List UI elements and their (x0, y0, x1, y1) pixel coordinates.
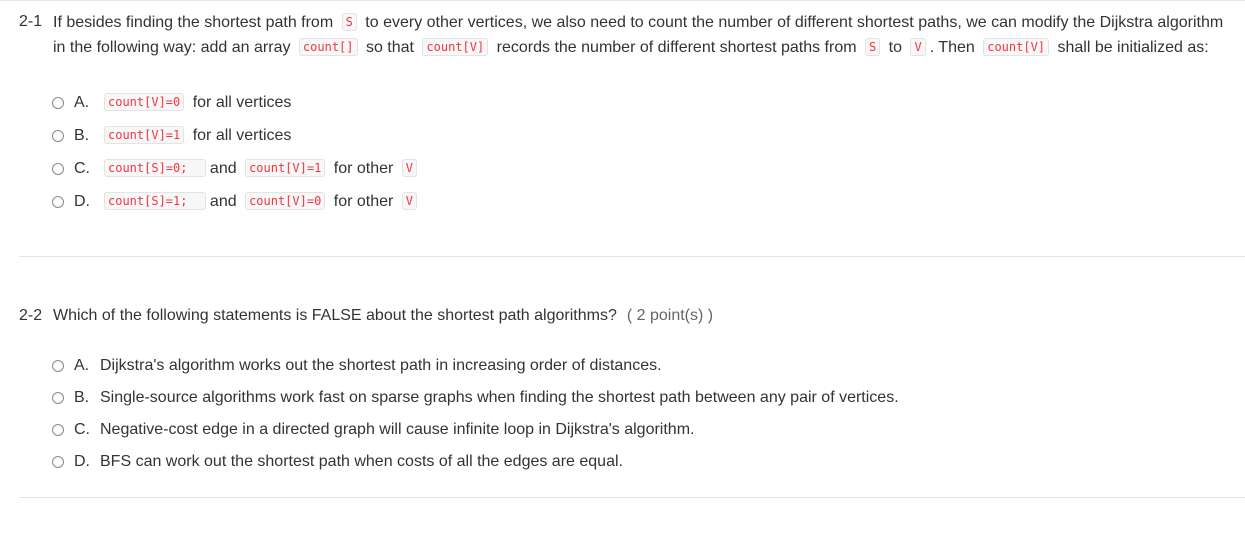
inline-code: S (865, 38, 881, 56)
question-text: Which of the following statements is FAL… (53, 304, 1234, 328)
text-fragment: for other (329, 192, 398, 210)
option-letter: A. (74, 93, 90, 111)
question-divider (19, 256, 1245, 257)
text-fragment: to (884, 39, 907, 56)
question-2-1: 2-1 If besides finding the shortest path… (19, 10, 1234, 218)
radio-unchecked-icon[interactable] (52, 456, 64, 468)
text-fragment: Negative-cost edge in a directed graph w… (100, 421, 695, 438)
options-list: A. count[V]=0 for all vertices B. count[V]=… (52, 86, 1234, 218)
option-letter: B. (74, 126, 90, 144)
option-text: Single-source algorithms work fast on sp… (100, 389, 899, 407)
text-fragment: for all vertices (188, 126, 292, 144)
inline-code: count[V]=0 (245, 191, 326, 210)
text-fragment: If besides finding the shortest path fro… (53, 14, 338, 31)
inline-code: V (401, 158, 418, 177)
inline-code: V (401, 191, 418, 210)
inline-code: count[V]=1 (245, 158, 326, 177)
option-letter: D. (74, 453, 90, 470)
option-text: count[V]=1 for all vertices (100, 125, 292, 145)
radio-unchecked-icon[interactable] (52, 96, 64, 109)
text-fragment: records the number of different shortest… (492, 39, 861, 56)
option-text: count[S]=1; and count[V]=0 for other V (100, 191, 421, 211)
inline-code: count[V]=1 (104, 125, 185, 144)
text-fragment: Single-source algorithms work fast on sp… (100, 389, 899, 406)
question-header: 2-2 Which of the following statements is… (19, 304, 1234, 328)
option-text: count[V]=0 for all vertices (100, 92, 292, 112)
text-fragment: so that (361, 39, 419, 56)
option-text: Dijkstra's algorithm works out the short… (100, 357, 662, 375)
inline-code: count[V] (983, 38, 1050, 56)
option-letter: A. (74, 357, 90, 374)
option-text: count[S]=0; and count[V]=1 for other V (100, 158, 421, 178)
question-2-2: 2-2 Which of the following statements is… (19, 304, 1234, 478)
answer-option-d[interactable]: D. BFS can work out the shortest path whe… (52, 446, 1234, 478)
option-letter: C. (74, 421, 90, 438)
inline-code: S (341, 13, 357, 31)
option-letter: D. (74, 192, 90, 210)
text-fragment: . Then (929, 39, 980, 56)
question-text: If besides finding the shortest path fro… (53, 10, 1234, 60)
radio-unchecked-icon[interactable] (52, 424, 64, 436)
text-fragment: and (209, 159, 242, 177)
text-fragment: for all vertices (188, 93, 292, 111)
question-header: 2-1 If besides finding the shortest path… (19, 10, 1234, 60)
text-fragment: and (209, 192, 242, 210)
text-fragment: shall be initialized as: (1053, 39, 1209, 56)
answer-option-d[interactable]: D. count[S]=1; and count[V]=0 for other V (52, 185, 1234, 218)
radio-unchecked-icon[interactable] (52, 392, 64, 404)
radio-unchecked-icon[interactable] (52, 195, 64, 208)
question-number: 2-1 (19, 13, 43, 30)
question-number: 2-2 (19, 307, 43, 324)
radio-unchecked-icon[interactable] (52, 360, 64, 372)
radio-unchecked-icon[interactable] (52, 129, 64, 142)
inline-code: count[S]=0; (104, 158, 206, 177)
answer-option-a[interactable]: A. count[V]=0 for all vertices (52, 86, 1234, 119)
answer-option-b[interactable]: B. Single-source algorithms work fast on … (52, 382, 1234, 414)
answer-option-c[interactable]: C. count[S]=0; and count[V]=1 for other V (52, 152, 1234, 185)
inline-code: count[V]=0 (104, 92, 185, 111)
option-letter: B. (74, 389, 90, 406)
option-letter: C. (74, 159, 90, 177)
question-divider (19, 497, 1245, 498)
top-border (0, 0, 1245, 1)
answer-option-c[interactable]: C. Negative-cost edge in a directed graph… (52, 414, 1234, 446)
answer-option-b[interactable]: B. count[V]=1 for all vertices (52, 119, 1234, 152)
question-text-body: Which of the following statements is FAL… (53, 307, 617, 324)
text-fragment: Which of the following statements is FAL… (53, 307, 617, 324)
option-text: BFS can work out the shortest path when … (100, 453, 623, 471)
inline-code: count[V] (422, 38, 489, 56)
points-label: ( 2 point(s) ) (626, 307, 714, 324)
options-list: A. Dijkstra's algorithm works out the sho… (52, 350, 1234, 478)
answer-option-a[interactable]: A. Dijkstra's algorithm works out the sho… (52, 350, 1234, 382)
text-fragment: for other (329, 159, 398, 177)
text-fragment: BFS can work out the shortest path when … (100, 453, 623, 470)
option-text: Negative-cost edge in a directed graph w… (100, 421, 694, 439)
text-fragment: Dijkstra's algorithm works out the short… (100, 357, 662, 374)
inline-code: count[S]=1; (104, 191, 206, 210)
inline-code: V (910, 38, 926, 56)
inline-code: count[] (298, 38, 358, 56)
radio-unchecked-icon[interactable] (52, 162, 64, 175)
